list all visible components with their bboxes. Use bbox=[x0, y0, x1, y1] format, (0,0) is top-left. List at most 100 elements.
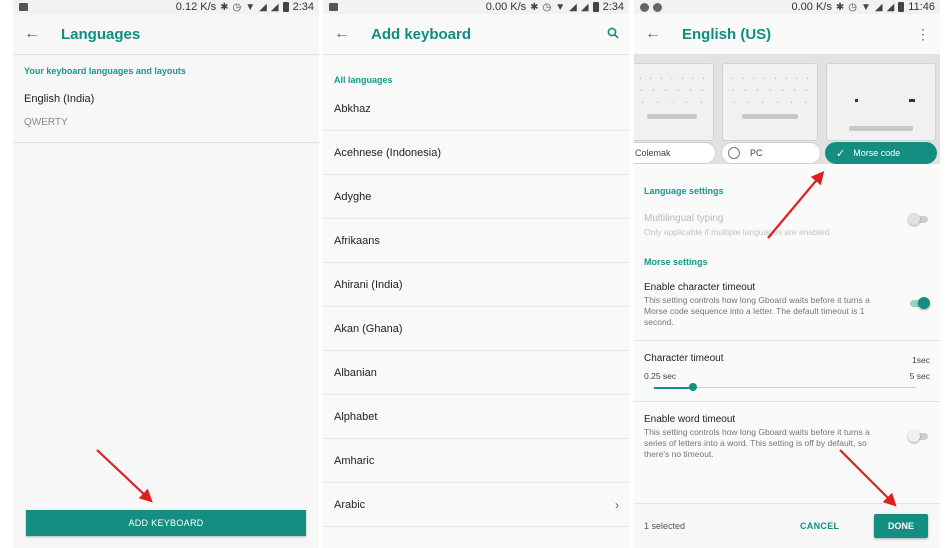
slider-max-label: 5 sec bbox=[909, 371, 930, 381]
bottom-action-bar: 1 selected CANCEL DONE bbox=[634, 503, 940, 548]
languages-screen: 0.12 K/s ✱ ◷ ▼ ◢ ◢ 2:34 ← Languages Your… bbox=[13, 0, 319, 548]
list-item[interactable]: Afrikaans bbox=[323, 219, 629, 263]
wifi-icon: ▼ bbox=[860, 1, 871, 13]
layout-option-pc[interactable]: PC bbox=[721, 142, 821, 164]
multilingual-typing-title: Multilingual typing bbox=[644, 213, 724, 224]
list-item[interactable]: Akan (Ghana) bbox=[323, 307, 629, 351]
slider-handle[interactable] bbox=[689, 383, 698, 391]
network-speed: 0.00 K/s bbox=[791, 1, 832, 13]
check-icon: ✓ bbox=[836, 147, 846, 160]
char-timeout-slider-title: Character timeout bbox=[644, 353, 724, 364]
bluetooth-icon: ✱ bbox=[835, 1, 845, 13]
layout-option-colemak[interactable]: Colemak bbox=[634, 142, 716, 164]
page-title: English (US) bbox=[682, 25, 772, 43]
section-header: All languages bbox=[334, 75, 393, 85]
back-arrow-icon[interactable]: ← bbox=[13, 25, 51, 43]
signal-icon: ◢ bbox=[569, 1, 577, 13]
list-item-label: Albanian bbox=[334, 366, 377, 379]
list-divider bbox=[13, 142, 319, 143]
signal-icon: ◢ bbox=[580, 1, 589, 13]
app-bar: ← English (US) ⋮ bbox=[634, 14, 940, 54]
signal-icon: ◢ bbox=[270, 1, 279, 13]
add-keyboard-button[interactable]: ADD KEYBOARD bbox=[26, 510, 306, 536]
list-divider bbox=[634, 340, 940, 341]
slider-value: 1sec bbox=[912, 355, 930, 365]
app-bar: ← Languages bbox=[13, 14, 319, 54]
bluetooth-icon: ✱ bbox=[220, 1, 229, 13]
word-timeout-title: Enable word timeout bbox=[644, 414, 736, 425]
wifi-icon: ▼ bbox=[245, 1, 256, 13]
section-header: Language settings bbox=[644, 186, 724, 196]
alarm-icon: ◷ bbox=[542, 1, 552, 13]
list-item[interactable]: Albanian bbox=[323, 351, 629, 395]
keyboard-language[interactable]: English (India) bbox=[24, 93, 94, 105]
screenshot-canvas: 0.12 K/s ✱ ◷ ▼ ◢ ◢ 2:34 ← Languages Your… bbox=[0, 0, 950, 548]
section-header: Your keyboard languages and layouts bbox=[24, 66, 186, 76]
app-bar: ← Add keyboard bbox=[323, 14, 629, 54]
clock: 2:34 bbox=[602, 1, 624, 13]
gallery-notification-icon bbox=[19, 3, 28, 11]
network-speed: 0.12 K/s bbox=[175, 1, 217, 13]
list-item-label: Arabic bbox=[334, 498, 366, 511]
list-item[interactable]: Abkhaz bbox=[323, 87, 629, 131]
signal-icon: ◢ bbox=[259, 1, 267, 13]
selected-count: 1 selected bbox=[644, 521, 686, 531]
status-bar: 0.00 K/s ✱ ◷ ▼ ◢ ◢ 11:46 bbox=[634, 0, 940, 14]
layout-option-label: Colemak bbox=[635, 148, 671, 158]
list-item[interactable]: Alphabet bbox=[323, 395, 629, 439]
clock: 11:46 bbox=[908, 1, 935, 13]
gallery-notification-icon bbox=[329, 3, 338, 11]
list-item[interactable]: Arabic › bbox=[323, 483, 629, 527]
battery-icon bbox=[898, 2, 905, 12]
keyboard-layout-carousel[interactable]: · · · · · · · · · · · · · · · · · · · · · · · · · · · · · · · · · · ·… bbox=[634, 54, 940, 164]
clock: 2:34 bbox=[292, 1, 314, 13]
multilingual-typing-desc: Only applicable if multiple languages ar… bbox=[644, 227, 830, 237]
list-item-label: Ahirani (India) bbox=[334, 278, 403, 291]
list-divider bbox=[634, 401, 940, 402]
page-title: Add keyboard bbox=[371, 25, 472, 43]
notification-icon bbox=[640, 2, 649, 12]
word-timeout-toggle[interactable] bbox=[908, 430, 930, 442]
back-arrow-icon[interactable]: ← bbox=[323, 25, 361, 43]
more-options-icon[interactable]: ⋮ bbox=[916, 26, 930, 43]
morse-dash-key bbox=[909, 99, 915, 102]
list-item-label: Akan (Ghana) bbox=[334, 322, 403, 335]
cancel-button[interactable]: CANCEL bbox=[800, 521, 839, 531]
status-bar: 0.00 K/s ✱ ◷ ▼ ◢ ◢ 2:34 bbox=[323, 0, 629, 14]
layout-option-morse[interactable]: ✓ Morse code bbox=[825, 142, 937, 164]
list-item-label: Acehnese (Indonesia) bbox=[334, 146, 442, 159]
char-timeout-toggle[interactable] bbox=[908, 297, 930, 309]
signal-icon: ◢ bbox=[874, 1, 883, 13]
layout-option-label: PC bbox=[750, 148, 763, 158]
morse-dot-key bbox=[855, 99, 858, 102]
bluetooth-icon: ✱ bbox=[530, 1, 539, 13]
keyboard-layout: QWERTY bbox=[24, 117, 68, 128]
wifi-icon: ▼ bbox=[555, 1, 566, 13]
done-button[interactable]: DONE bbox=[874, 514, 928, 538]
battery-icon bbox=[592, 2, 599, 12]
list-item-label: Afrikaans bbox=[334, 234, 380, 247]
list-item[interactable]: Adyghe bbox=[323, 175, 629, 219]
search-icon[interactable] bbox=[607, 26, 619, 42]
word-timeout-desc: This setting controls how long Gboard wa… bbox=[644, 427, 870, 459]
back-arrow-icon[interactable]: ← bbox=[634, 25, 672, 43]
status-bar: 0.12 K/s ✱ ◷ ▼ ◢ ◢ 2:34 bbox=[13, 0, 319, 14]
keyboard-preview: · · · · · · · · · · · · · · · · · · bbox=[634, 63, 714, 141]
list-item-label: Adyghe bbox=[334, 190, 372, 203]
char-timeout-slider[interactable] bbox=[654, 383, 916, 391]
list-item[interactable]: Ahirani (India) bbox=[323, 263, 629, 307]
app-bar-divider bbox=[323, 54, 629, 55]
slider-fill bbox=[654, 386, 694, 389]
list-item-label: Abkhaz bbox=[334, 102, 371, 115]
add-keyboard-screen: 0.00 K/s ✱ ◷ ▼ ◢ ◢ 2:34 ← Add keyboard A… bbox=[323, 0, 629, 548]
network-speed: 0.00 K/s bbox=[485, 1, 527, 13]
list-item[interactable]: Amharic bbox=[323, 439, 629, 483]
section-header: Morse settings bbox=[644, 257, 708, 267]
keyboard-preview bbox=[826, 63, 936, 141]
chevron-right-icon: › bbox=[615, 497, 619, 512]
list-item[interactable]: Acehnese (Indonesia) bbox=[323, 131, 629, 175]
multilingual-typing-toggle[interactable] bbox=[908, 213, 930, 225]
slider-min-label: 0.25 sec bbox=[644, 371, 677, 381]
list-item-label: Alphabet bbox=[334, 410, 378, 423]
english-us-settings-screen: 0.00 K/s ✱ ◷ ▼ ◢ ◢ 11:46 ← English (US) … bbox=[634, 0, 940, 548]
